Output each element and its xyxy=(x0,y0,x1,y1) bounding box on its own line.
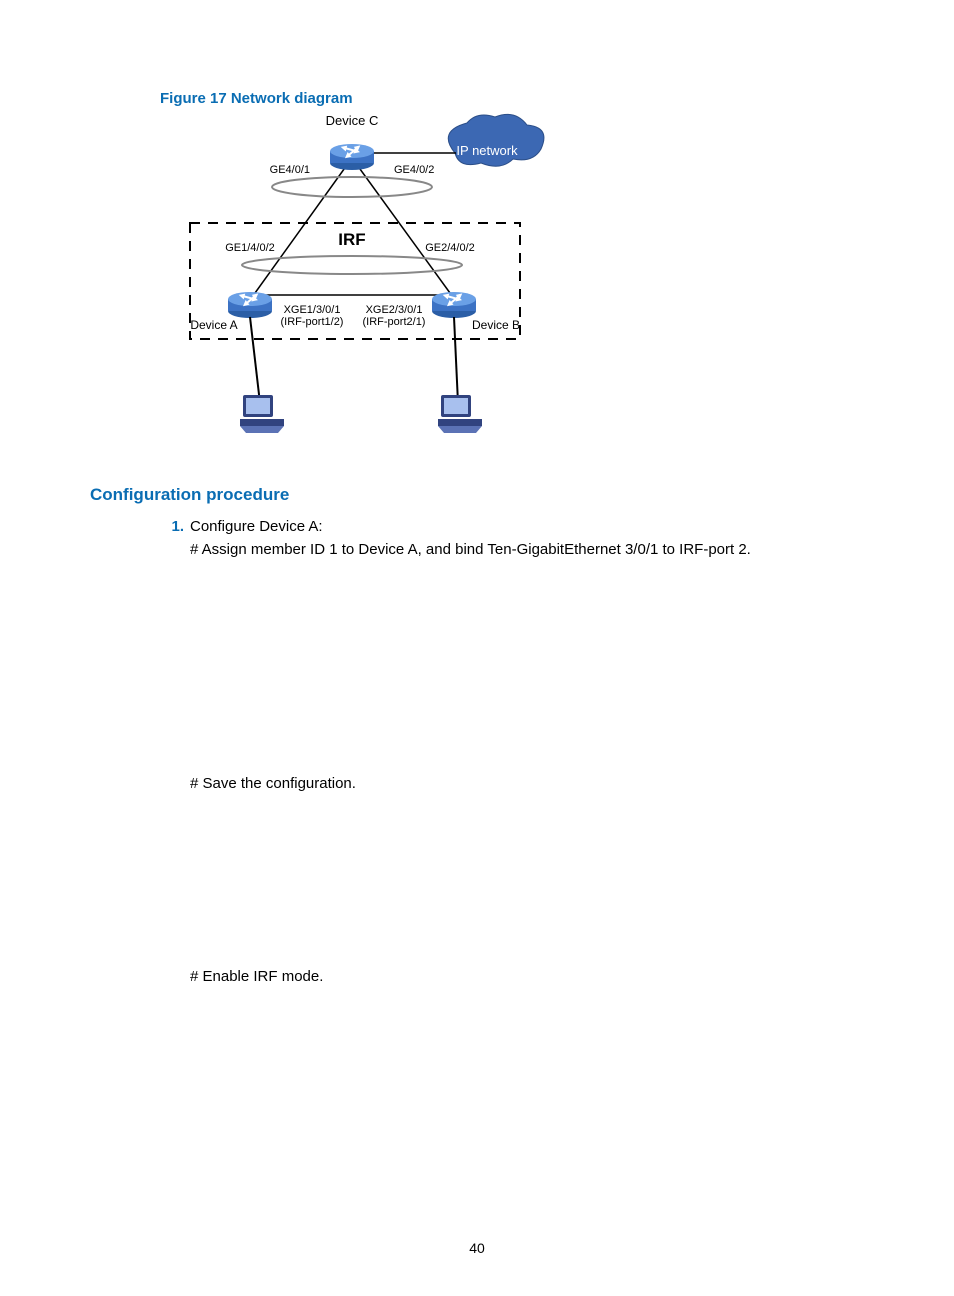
port-ge1402-label: GE1/4/0/2 xyxy=(225,242,275,254)
step-sub-text: # Enable IRF mode. xyxy=(190,965,864,988)
computer-icon xyxy=(438,395,482,433)
step-head: Configure Device A: xyxy=(190,515,323,538)
port-ge402-label: GE4/0/2 xyxy=(394,164,434,176)
step-sub-text: # Save the configuration. xyxy=(190,772,864,795)
port-irfport21-label: (IRF-port2/1) xyxy=(363,316,426,328)
router-icon xyxy=(432,291,476,318)
computer-icon xyxy=(240,395,284,433)
router-icon xyxy=(228,291,272,318)
step-sub-text: # Assign member ID 1 to Device A, and bi… xyxy=(190,538,864,561)
figure-title: Figure 17 Network diagram xyxy=(160,90,864,107)
network-diagram: IP network Device C GE4/0/1 GE4/0/2 xyxy=(160,113,864,453)
device-a-label: Device A xyxy=(190,318,237,332)
irf-label: IRF xyxy=(338,230,365,249)
section-title: Configuration procedure xyxy=(90,485,864,505)
page-number: 40 xyxy=(0,1240,954,1256)
router-icon xyxy=(330,143,374,170)
ipnetwork-label: IP network xyxy=(456,143,518,158)
device-b-label: Device B xyxy=(472,318,520,332)
port-irfport12-label: (IRF-port1/2) xyxy=(281,316,344,328)
port-ge2402-label: GE2/4/0/2 xyxy=(425,242,475,254)
ipnetwork-cloud-icon xyxy=(448,114,544,166)
step-number: 1. xyxy=(160,518,184,535)
device-c-label: Device C xyxy=(326,113,379,128)
port-xge2301-label: XGE2/3/0/1 xyxy=(366,304,423,316)
port-xge1301-label: XGE1/3/0/1 xyxy=(284,304,341,316)
port-ge401-label: GE4/0/1 xyxy=(270,164,310,176)
